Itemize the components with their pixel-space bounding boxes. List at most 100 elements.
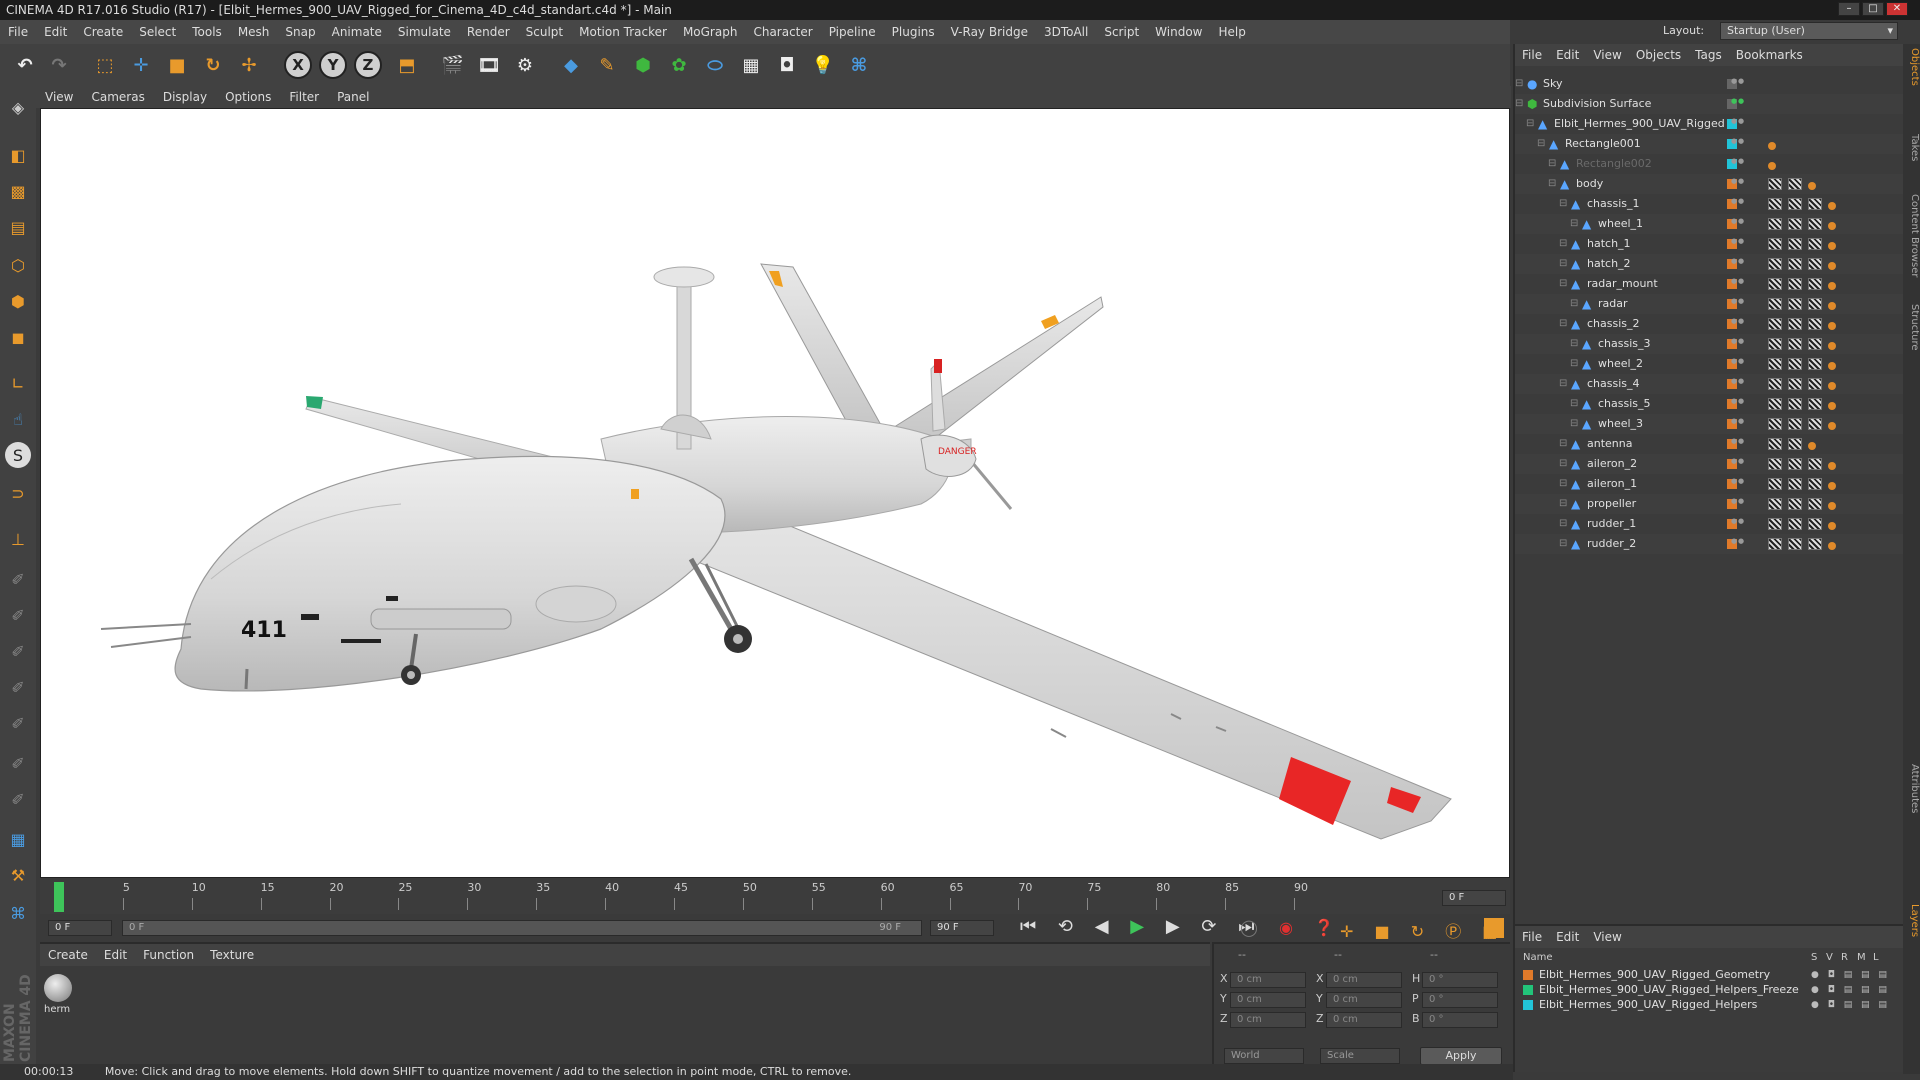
visibility-dots-icon[interactable]: ● ●	[1730, 177, 1745, 191]
object-name[interactable]: Rectangle002	[1576, 154, 1652, 174]
menu-render[interactable]: Render	[459, 25, 518, 39]
object-row[interactable]: ⊟ ▲ Elbit_Hermes_900_UAV_Rigged ● ●	[1515, 114, 1905, 134]
object-row[interactable]: ⊟ ▲ radar ● ●	[1515, 294, 1905, 314]
viewport-menu-view[interactable]: View	[36, 90, 82, 104]
texture-tag-icon[interactable]	[1788, 378, 1802, 390]
object-tags[interactable]	[1768, 217, 1838, 231]
object-tags[interactable]	[1768, 437, 1818, 451]
texture-tag-icon[interactable]	[1788, 298, 1802, 310]
layer-toggle-icons[interactable]: ● ◘ ▤ ▤ ▤	[1811, 983, 1890, 997]
layer-name[interactable]: Elbit_Hermes_900_UAV_Rigged_Helpers_Free…	[1539, 983, 1799, 996]
texture-tag-icon[interactable]	[1808, 298, 1822, 310]
timeline-ruler[interactable]: 051015202530354045505560657075808590 0 F	[40, 880, 1510, 914]
texture-tag-icon[interactable]	[1808, 418, 1822, 430]
spline-pen-icon[interactable]: ✎	[592, 50, 622, 80]
object-tags[interactable]	[1768, 317, 1838, 331]
object-tags[interactable]	[1768, 537, 1838, 551]
start-frame-field[interactable]: 0 F	[48, 920, 112, 936]
texture-tag-icon[interactable]	[1788, 278, 1802, 290]
redo-icon[interactable]: ↷	[44, 50, 74, 80]
python-icon[interactable]: ⌘	[844, 50, 874, 80]
render-settings-icon[interactable]: ⚙	[510, 50, 540, 80]
menu-mograph[interactable]: MoGraph	[675, 25, 746, 39]
tweak-mode-icon[interactable]: ☝	[5, 406, 31, 432]
layer-color-swatch[interactable]	[1523, 1000, 1533, 1010]
menu-sculpt[interactable]: Sculpt	[518, 25, 571, 39]
object-tags[interactable]	[1768, 197, 1838, 211]
texture-tag-icon[interactable]	[1808, 198, 1822, 210]
visibility-dots-icon[interactable]: ● ●	[1730, 237, 1745, 251]
rig-tag-icon[interactable]	[1828, 282, 1836, 290]
object-name[interactable]: propeller	[1587, 494, 1636, 514]
hierarchy-toggle-icon[interactable]: ⊟	[1559, 494, 1567, 514]
object-name[interactable]: radar_mount	[1587, 274, 1658, 294]
side-tab-content-browser[interactable]: Content Browser	[1903, 194, 1920, 277]
hierarchy-toggle-icon[interactable]: ⊟	[1515, 94, 1523, 114]
menu-tools[interactable]: Tools	[184, 25, 230, 39]
object-tags[interactable]	[1768, 357, 1838, 371]
visibility-dots-icon[interactable]: ● ●	[1730, 477, 1745, 491]
layer-toggle-icons[interactable]: ● ◘ ▤ ▤ ▤	[1811, 998, 1890, 1012]
menu-mesh[interactable]: Mesh	[230, 25, 278, 39]
texture-tag-icon[interactable]	[1768, 518, 1782, 530]
texture-tag-icon[interactable]	[1768, 178, 1782, 190]
visibility-dots-icon[interactable]: ● ●	[1730, 357, 1745, 371]
script-icon[interactable]: ⌘	[5, 900, 31, 926]
side-tab-structure[interactable]: Structure	[1903, 304, 1920, 351]
object-tags[interactable]	[1768, 237, 1838, 251]
texture-tag-icon[interactable]	[1808, 338, 1822, 350]
visibility-dots-icon[interactable]: ● ●	[1730, 297, 1745, 311]
object-menu-objects[interactable]: Objects	[1629, 48, 1688, 62]
hierarchy-toggle-icon[interactable]: ⊟	[1537, 134, 1545, 154]
rig-tag-icon[interactable]	[1828, 522, 1836, 530]
texture-tag-icon[interactable]	[1768, 298, 1782, 310]
texture-tag-icon[interactable]	[1768, 498, 1782, 510]
visibility-dots-icon[interactable]: ● ●	[1730, 517, 1745, 531]
hierarchy-toggle-icon[interactable]: ⊟	[1559, 314, 1567, 334]
layer-color-swatch[interactable]	[1523, 985, 1533, 995]
sculpt-flatten-icon[interactable]: ✐	[5, 674, 31, 700]
3d-viewport[interactable]: DANGER 411 ✥ ⇕ ⟲ ▢	[40, 108, 1510, 878]
hierarchy-toggle-icon[interactable]: ⊟	[1515, 74, 1523, 94]
menu-help[interactable]: Help	[1210, 25, 1253, 39]
texture-tag-icon[interactable]	[1768, 278, 1782, 290]
object-row[interactable]: ⊟ ▲ chassis_2 ● ●	[1515, 314, 1905, 334]
rig-tag-icon[interactable]	[1828, 242, 1836, 250]
visibility-dots-icon[interactable]: ● ●	[1730, 137, 1745, 151]
object-name[interactable]: wheel_2	[1598, 354, 1643, 374]
z-axis-lock-icon[interactable]: Z	[354, 51, 382, 79]
menu-motion-tracker[interactable]: Motion Tracker	[571, 25, 675, 39]
object-name[interactable]: Rectangle001	[1565, 134, 1641, 154]
visibility-dots-icon[interactable]: ● ●	[1730, 337, 1745, 351]
object-row[interactable]: ⊟ ▲ propeller ● ●	[1515, 494, 1905, 514]
layer-name[interactable]: Elbit_Hermes_900_UAV_Rigged_Geometry	[1539, 968, 1770, 981]
object-row[interactable]: ⊟ ▲ antenna ● ●	[1515, 434, 1905, 454]
snap-icon[interactable]: S	[5, 442, 31, 468]
texture-tag-icon[interactable]	[1808, 238, 1822, 250]
coord-value-field[interactable]: 0 °	[1422, 1012, 1498, 1028]
menu-v-ray-bridge[interactable]: V-Ray Bridge	[943, 25, 1036, 39]
maximize-button[interactable]: □	[1862, 2, 1884, 16]
texture-tag-icon[interactable]	[1788, 338, 1802, 350]
object-row[interactable]: ⊟ ▲ wheel_1 ● ●	[1515, 214, 1905, 234]
texture-tag-icon[interactable]	[1808, 378, 1822, 390]
menu-file[interactable]: File	[0, 25, 36, 39]
texture-tag-icon[interactable]	[1768, 238, 1782, 250]
x-axis-lock-icon[interactable]: X	[284, 51, 312, 79]
texture-tag-icon[interactable]	[1808, 358, 1822, 370]
object-row[interactable]: ⊟ ▲ rudder_2 ● ●	[1515, 534, 1905, 554]
hierarchy-toggle-icon[interactable]: ⊟	[1559, 534, 1567, 554]
axis-mode-icon[interactable]: ∟	[5, 370, 31, 396]
sculpt-smooth-icon[interactable]: ✐	[5, 638, 31, 664]
object-row[interactable]: ⊟ ▲ chassis_3 ● ●	[1515, 334, 1905, 354]
object-tags[interactable]	[1768, 457, 1838, 471]
hierarchy-toggle-icon[interactable]: ⊟	[1559, 234, 1567, 254]
rig-tag-icon[interactable]	[1828, 302, 1836, 310]
object-menu-tags[interactable]: Tags	[1688, 48, 1729, 62]
checker-grid-icon[interactable]: ▦	[5, 826, 31, 852]
layer-menu-view[interactable]: View	[1586, 930, 1628, 944]
material-menu-edit[interactable]: Edit	[96, 948, 135, 962]
object-name[interactable]: chassis_1	[1587, 194, 1640, 214]
visibility-dots-icon[interactable]: ● ●	[1730, 497, 1745, 511]
texture-tag-icon[interactable]	[1808, 218, 1822, 230]
